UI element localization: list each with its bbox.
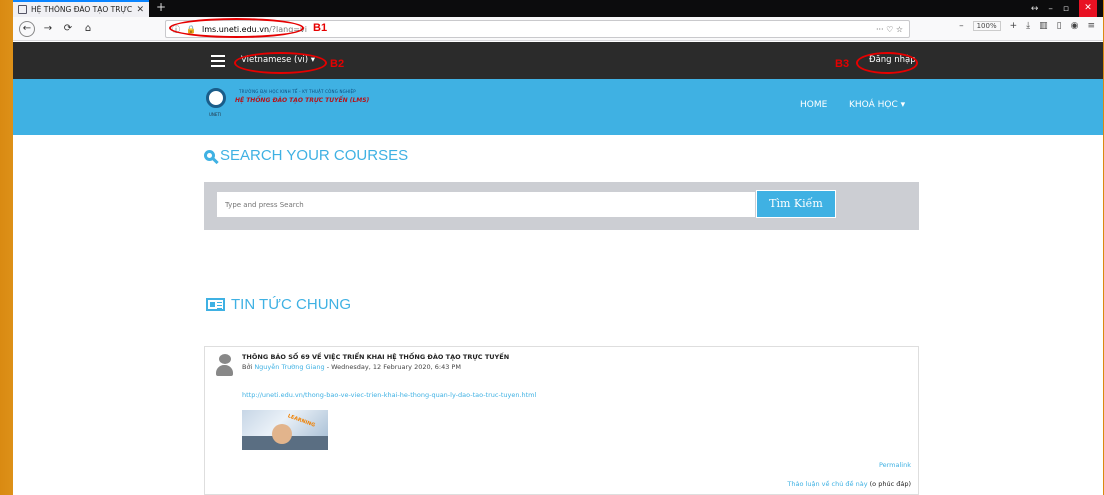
- zoom-in-button[interactable]: +: [1010, 21, 1018, 31]
- tab-bar: HỆ THỐNG ĐÀO TẠO TRỰC TU ✕ + ↔ – ▫ ✕: [13, 0, 1103, 17]
- forward-button[interactable]: →: [41, 23, 55, 34]
- zoom-out-button[interactable]: –: [959, 21, 964, 31]
- logo-university-name: TRƯỜNG ĐẠI HỌC KINH TẾ - KỸ THUẬT CÔNG N…: [239, 89, 356, 94]
- maximize-button[interactable]: ▫: [1063, 4, 1069, 14]
- logo-system-name[interactable]: HỆ THỐNG ĐÀO TẠO TRỰC TUYẾN (LMS): [235, 97, 369, 104]
- search-heading: SEARCH YOUR COURSES: [220, 147, 409, 164]
- tab-close-icon[interactable]: ✕: [136, 5, 144, 15]
- news-section-title: TIN TỨC CHUNG: [206, 296, 351, 313]
- browser-window: HỆ THỐNG ĐÀO TẠO TRỰC TU ✕ + ↔ – ▫ ✕ ← →…: [13, 0, 1103, 495]
- news-post: THÔNG BÁO SỐ 69 VỀ VIỆC TRIỂN KHAI HỆ TH…: [204, 346, 919, 495]
- logo-caption: UNETI: [209, 112, 222, 117]
- new-tab-button[interactable]: +: [149, 0, 173, 17]
- library-icon[interactable]: ▥: [1039, 21, 1048, 31]
- annotation-oval-login: [856, 52, 918, 74]
- site-top-bar: Vietnamese (vi) ▾ Đăng nhập: [13, 42, 1103, 79]
- reply-count: (o phúc đáp): [867, 480, 911, 488]
- nav-courses[interactable]: KHOÁ HỌC ▾: [849, 100, 905, 110]
- menu-icon[interactable]: ≡: [1087, 21, 1095, 31]
- close-window-button[interactable]: ✕: [1079, 0, 1097, 17]
- browser-extras: – 100% + ⤓ ▥ ▯ ◉ ≡: [959, 21, 1095, 31]
- post-subject: THÔNG BÁO SỐ 69 VỀ VIỆC TRIỂN KHAI HỆ TH…: [242, 353, 510, 361]
- post-image: LEARNING: [242, 410, 328, 450]
- post-image-label: LEARNING: [286, 413, 316, 429]
- post-date: - Wednesday, 12 February 2020, 6:43 PM: [324, 363, 461, 371]
- nav-home[interactable]: HOME: [800, 100, 827, 110]
- annotation-oval-language: [234, 52, 327, 74]
- reload-button[interactable]: ⟳: [61, 23, 75, 34]
- search-section-title: SEARCH YOUR COURSES: [204, 147, 408, 164]
- search-icon: [204, 150, 215, 161]
- search-button[interactable]: Tìm Kiếm: [756, 190, 836, 218]
- annotation-label-b1: B1: [313, 22, 328, 34]
- annotation-label-b3: B3: [835, 58, 850, 70]
- permalink-link[interactable]: Permalink: [879, 461, 911, 469]
- home-icon[interactable]: ⌂: [81, 23, 95, 34]
- avatar: [216, 354, 233, 376]
- search-panel: Tìm Kiếm: [204, 182, 919, 230]
- download-icon[interactable]: ⤓: [1026, 21, 1030, 31]
- minimize-button[interactable]: –: [1048, 4, 1053, 14]
- news-heading: TIN TỨC CHUNG: [231, 296, 352, 313]
- page-actions[interactable]: ··· ♡ ☆: [876, 25, 903, 34]
- newspaper-icon: [206, 298, 225, 311]
- restore-icon[interactable]: ↔: [1031, 4, 1039, 14]
- post-byline: Bởi Nguyễn Trường Giang - Wednesday, 12 …: [242, 363, 461, 371]
- author-link[interactable]: Nguyễn Trường Giang: [254, 363, 324, 371]
- sidebar-icon[interactable]: ▯: [1057, 21, 1062, 31]
- site-header: UNETI TRƯỜNG ĐẠI HỌC KINH TẾ - KỸ THUẬT …: [13, 79, 1103, 135]
- browser-tab[interactable]: HỆ THỐNG ĐÀO TẠO TRỰC TU ✕: [13, 0, 149, 17]
- course-search-input[interactable]: [217, 192, 755, 217]
- discuss-topic-link[interactable]: Thảo luận về chủ đề này: [787, 480, 867, 488]
- site-favicon-icon: [18, 5, 27, 14]
- byline-prefix: Bởi: [242, 363, 255, 371]
- window-controls: ↔ – ▫ ✕: [1031, 0, 1103, 17]
- zoom-level[interactable]: 100%: [972, 21, 1001, 31]
- university-logo-icon[interactable]: [206, 88, 226, 108]
- hamburger-menu-icon[interactable]: [211, 55, 225, 70]
- account-icon[interactable]: ◉: [1071, 21, 1079, 31]
- post-url-link[interactable]: http://uneti.edu.vn/thong-bao-ve-viec-tr…: [242, 391, 536, 399]
- tab-title: HỆ THỐNG ĐÀO TẠO TRỰC TU: [31, 5, 133, 14]
- annotation-label-b2: B2: [330, 58, 345, 70]
- discussion-link-row: Thảo luận về chủ đề này (o phúc đáp): [787, 480, 911, 488]
- annotation-oval-url: [169, 18, 304, 38]
- back-button[interactable]: ←: [19, 20, 35, 37]
